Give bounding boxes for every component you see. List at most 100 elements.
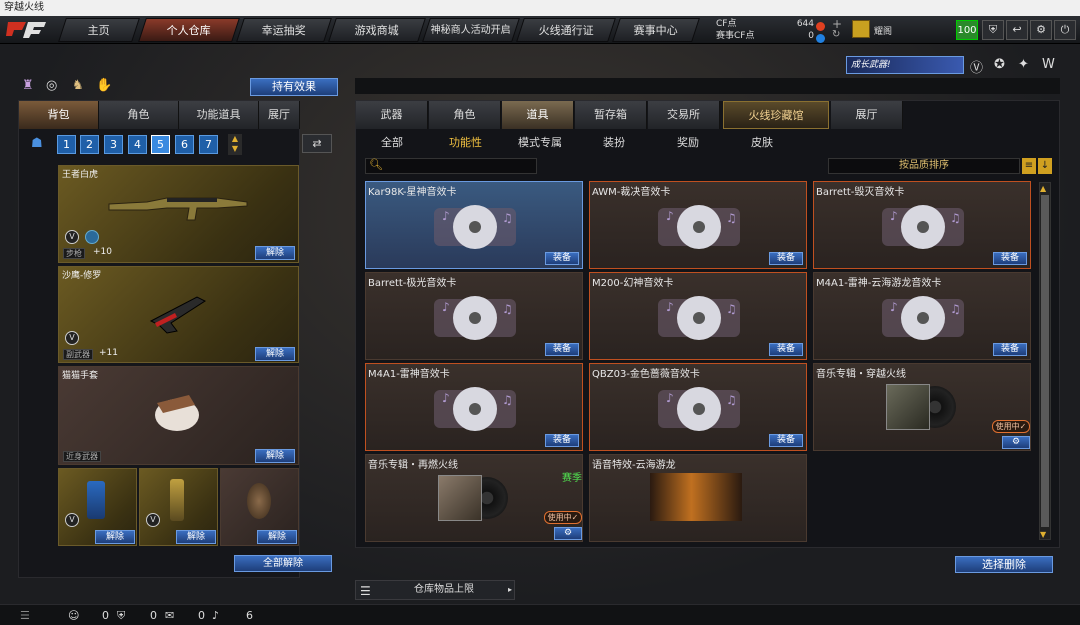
effects-button[interactable]: 持有效果 [250, 78, 338, 96]
tab-exchange[interactable]: 交易所 [648, 101, 720, 129]
unequip-button[interactable]: 解除 [255, 246, 295, 260]
equip-button[interactable]: 装备 [545, 434, 579, 447]
equip-button[interactable]: 装备 [545, 252, 579, 265]
settings-gear-icon[interactable]: ⚙ [1002, 436, 1030, 449]
tab-lucky-draw[interactable]: 幸运抽奖 [236, 18, 332, 42]
backpack-card-rifle[interactable]: 王者白虎 V 步枪 +10 解除 [58, 165, 299, 263]
scroll-up-icon[interactable]: ▲ [1040, 184, 1046, 193]
page-2[interactable]: 2 [80, 135, 99, 154]
subtab-rewards[interactable]: 奖励 [677, 134, 699, 150]
v-badge-icon[interactable]: Ⓥ [970, 57, 983, 76]
effect-icon-4[interactable]: ✋ [96, 78, 112, 93]
friends-icon[interactable]: ☺ [68, 609, 79, 622]
swap-icon[interactable]: ⇄ [302, 134, 332, 153]
item-card[interactable]: Barrett-极光音效卡 ♪ ♫ 装备 [365, 272, 583, 360]
warehouse-limit-bar[interactable]: ☰ 仓库物品上限 ▸ [355, 580, 515, 600]
unequip-all-button[interactable]: 全部解除 [234, 555, 332, 572]
subtab-all[interactable]: 全部 [381, 134, 403, 150]
level-badge[interactable]: 100 [956, 20, 978, 40]
backpack-small-card-2[interactable]: V 解除 [139, 468, 218, 546]
subtab-appearance[interactable]: 装扮 [603, 134, 625, 150]
tab-right-showroom[interactable]: 展厅 [831, 101, 903, 129]
tab-game-mall[interactable]: 游戏商城 [328, 18, 426, 42]
tab-showroom[interactable]: 展厅 [259, 101, 300, 129]
tab-home[interactable]: 主页 [58, 18, 140, 42]
list-view-icon[interactable]: ≡ [1022, 158, 1036, 174]
tab-event-center[interactable]: 赛事中心 [612, 18, 700, 42]
shield-icon[interactable]: ⛨ [982, 20, 1004, 40]
effect-icon-2[interactable]: ◎ [46, 78, 57, 93]
unequip-button[interactable]: 解除 [255, 449, 295, 463]
tab-storage[interactable]: 暂存箱 [575, 101, 647, 129]
tab-mystery-merchant[interactable]: 神秘商人活动开启 [422, 18, 520, 42]
search-input[interactable]: 🔍︎ [365, 158, 537, 174]
sort-dropdown[interactable]: 按品质排序 [828, 158, 1020, 174]
settings-gear-icon[interactable]: ⚙ [554, 527, 582, 540]
unequip-button[interactable]: 解除 [95, 530, 135, 544]
tab-museum[interactable]: 火线珍藏馆 [723, 101, 829, 129]
page-7[interactable]: 7 [199, 135, 218, 154]
item-card[interactable]: 音乐专辑・再燃火线 赛季 使用中✓ ⚙ [365, 454, 583, 542]
equip-button[interactable]: 装备 [993, 343, 1027, 356]
back-icon[interactable]: ↩ [1006, 20, 1028, 40]
equip-button[interactable]: 装备 [769, 343, 803, 356]
equip-button[interactable]: 装备 [769, 252, 803, 265]
page-3[interactable]: 3 [104, 135, 123, 154]
tab-character[interactable]: 角色 [99, 101, 179, 129]
cf-logo[interactable] [4, 18, 50, 42]
power-icon[interactable]: ⏻ [1054, 20, 1076, 40]
clan-icon[interactable]: ⛨ [117, 609, 125, 623]
equip-button[interactable]: 装备 [993, 252, 1027, 265]
tab-battle-pass[interactable]: 火线通行证 [516, 18, 616, 42]
page-4[interactable]: 4 [128, 135, 147, 154]
scroll-down-icon[interactable]: ▼ [1040, 530, 1046, 539]
item-card[interactable]: Kar98K-星神音效卡 ♪ ♫ 装备 [365, 181, 583, 269]
item-card[interactable]: M4A1-雷神-云海游龙音效卡 ♪ ♫ 装备 [813, 272, 1031, 360]
growth-weapon-banner[interactable]: 成长武器! [846, 56, 964, 74]
w-logo-icon[interactable]: W [1042, 57, 1055, 72]
scrollbar-thumb[interactable] [1041, 195, 1049, 527]
subtab-mode[interactable]: 模式专属 [518, 134, 562, 150]
volume-icon[interactable]: ♪ [212, 609, 219, 622]
page-arrows-icon[interactable]: ▲ ▼ [228, 134, 242, 155]
subtab-skins[interactable]: 皮肤 [751, 134, 773, 150]
backpack-card-melee[interactable]: 猫猫手套 近身武器 解除 [58, 366, 299, 465]
page-6[interactable]: 6 [175, 135, 194, 154]
tab-characters[interactable]: 角色 [429, 101, 501, 129]
tab-functional-items[interactable]: 功能道具 [179, 101, 259, 129]
chat-icon[interactable]: ✉ [165, 609, 174, 622]
item-card[interactable]: 语音特效-云海游龙 [589, 454, 807, 542]
rank-badge-icon[interactable] [852, 20, 870, 38]
tab-weapons[interactable]: 武器 [356, 101, 428, 129]
unequip-button[interactable]: 解除 [257, 530, 297, 544]
item-card[interactable]: M4A1-雷神音效卡 ♪ ♫ 装备 [365, 363, 583, 451]
tab-items[interactable]: 道具 [502, 101, 574, 129]
dragon-icon[interactable]: ✪ [994, 57, 1005, 72]
item-card[interactable]: QBZ03-金色蔷薇音效卡 ♪ ♫ 装备 [589, 363, 807, 451]
page-5[interactable]: 5 [151, 135, 170, 154]
effect-icon-3[interactable]: ♞ [72, 78, 84, 93]
sort-order-icon[interactable]: ↓ [1038, 158, 1052, 174]
backpack-icon[interactable]: ☗ [31, 136, 43, 151]
backpack-small-card-3[interactable]: 解除 [220, 468, 299, 546]
gear-icon[interactable]: ⚙ [1030, 20, 1052, 40]
item-card[interactable]: AWM-裁决音效卡 ♪ ♫ 装备 [589, 181, 807, 269]
tab-backpack[interactable]: 背包 [19, 101, 99, 129]
refresh-icon[interactable]: ↻ [832, 29, 840, 40]
item-card[interactable]: Barrett-毁灭音效卡 ♪ ♫ 装备 [813, 181, 1031, 269]
effect-icon-1[interactable]: ♜ [22, 78, 34, 93]
page-1[interactable]: 1 [57, 135, 76, 154]
backpack-card-pistol[interactable]: 沙鹰-修罗 V 副武器 +11 解除 [58, 266, 299, 363]
subtab-functional[interactable]: 功能性 [449, 134, 482, 150]
select-delete-button[interactable]: 选择删除 [955, 556, 1053, 573]
equip-button[interactable]: 装备 [545, 343, 579, 356]
item-card[interactable]: 音乐专辑・穿越火线 使用中✓ ⚙ [813, 363, 1031, 451]
unequip-button[interactable]: 解除 [176, 530, 216, 544]
equip-button[interactable]: 装备 [769, 434, 803, 447]
unequip-button[interactable]: 解除 [255, 347, 295, 361]
menu-icon[interactable]: ☰ [20, 609, 30, 622]
backpack-small-card-1[interactable]: V 解除 [58, 468, 137, 546]
tab-personal-warehouse[interactable]: 个人仓库 [138, 18, 240, 42]
item-card[interactable]: M200-幻神音效卡 ♪ ♫ 装备 [589, 272, 807, 360]
emblem-icon[interactable]: ✦ [1018, 57, 1029, 72]
